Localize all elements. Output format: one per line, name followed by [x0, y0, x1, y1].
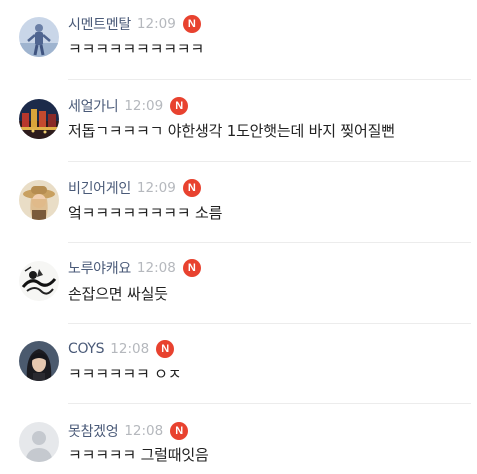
divider	[68, 79, 471, 80]
cityscape-avatar[interactable]	[19, 99, 59, 139]
nickname[interactable]: 못참겠엉	[68, 421, 119, 441]
comment-text: ㅋㅋㅋㅋㅋㅋ ㅇㅈ	[68, 365, 182, 383]
comment-header: 비긴어게인 12:09 N	[68, 177, 201, 199]
divider	[68, 323, 471, 324]
new-badge: N	[182, 259, 201, 277]
nickname[interactable]: 세얼가니	[68, 96, 119, 116]
divider	[68, 242, 471, 243]
ink-drawing-avatar[interactable]	[19, 261, 59, 301]
divider	[68, 161, 471, 162]
timestamp: 12:08	[124, 423, 164, 439]
new-badge: N	[156, 340, 175, 358]
comment-header: 노루야캐요 12:08 N	[68, 257, 201, 279]
timestamp: 12:09	[136, 16, 176, 32]
timestamp: 12:08	[136, 260, 176, 276]
nickname[interactable]: 노루야캐요	[68, 258, 131, 278]
comment-text: 손잡으면 싸실듯	[68, 285, 168, 303]
comment-text: ㅋㅋㅋㅋㅋ 그럴때잇음	[68, 446, 209, 464]
comment-header: 세얼가니 12:09 N	[68, 95, 189, 117]
nickname[interactable]: COYS	[68, 341, 105, 357]
comment-text: 저돕ㄱㅋㅋㅋㄱ 야한생각 1도안햇는데 바지 찢어질뻔	[68, 122, 395, 140]
figure-avatar[interactable]	[19, 17, 59, 57]
divider	[68, 403, 471, 404]
timestamp: 12:09	[124, 98, 164, 114]
hat-person-avatar[interactable]	[19, 180, 59, 220]
comment-text: 엌ㅋㅋㅋㅋㅋㅋㅋㅋ 소름	[68, 204, 223, 222]
timestamp: 12:09	[136, 180, 176, 196]
comment-header: 못참겠엉 12:08 N	[68, 420, 189, 442]
nickname[interactable]: 시멘트멘탈	[68, 14, 131, 34]
new-badge: N	[170, 97, 189, 115]
nickname[interactable]: 비긴어게인	[68, 178, 131, 198]
dark-hair-avatar[interactable]	[19, 341, 59, 381]
comment-text: ㅋㅋㅋㅋㅋㅋㅋㅋㅋㅋ	[68, 40, 205, 58]
timestamp: 12:08	[110, 341, 150, 357]
default-profile-avatar[interactable]	[19, 422, 59, 462]
new-badge: N	[182, 179, 201, 197]
comment-header: COYS 12:08 N	[68, 338, 175, 360]
comment-header: 시멘트멘탈 12:09 N	[68, 13, 201, 35]
new-badge: N	[170, 422, 189, 440]
new-badge: N	[182, 15, 201, 33]
